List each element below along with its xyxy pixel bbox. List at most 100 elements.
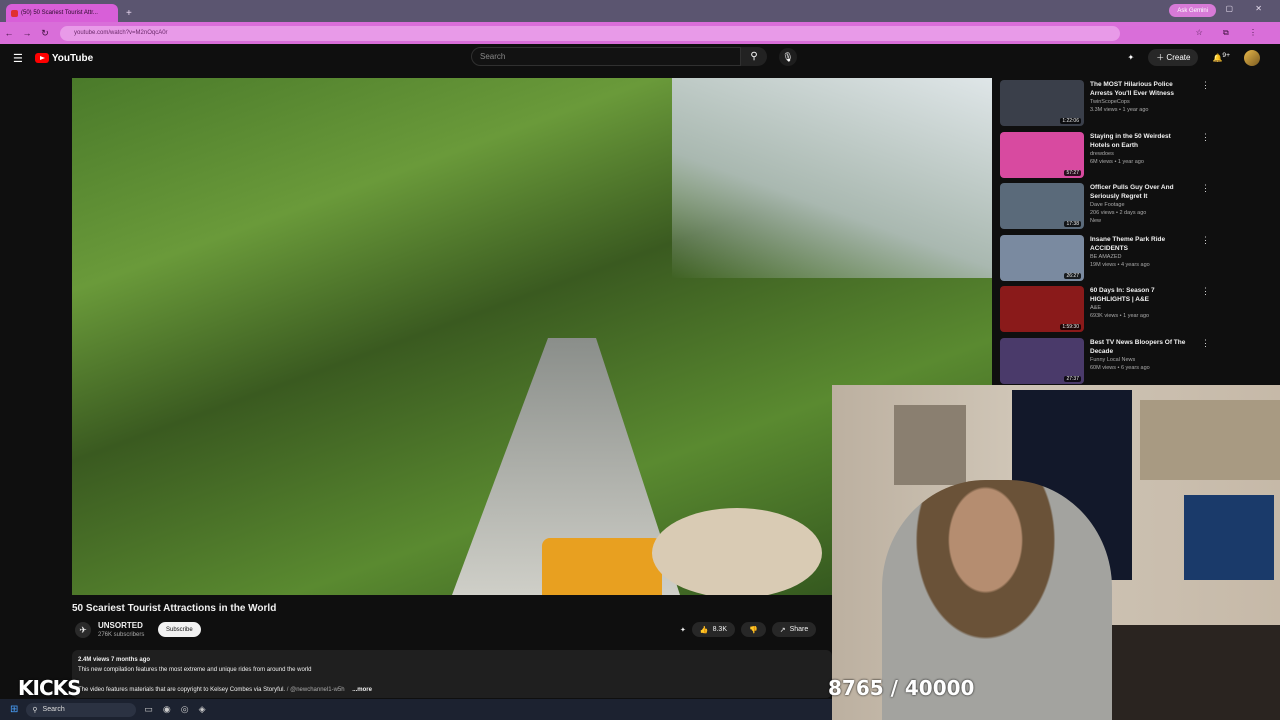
taskbar-search[interactable]: ⚲ Search <box>26 702 137 717</box>
duration-badge: 57:27 <box>1064 169 1081 176</box>
related-video-title[interactable]: 60 Days In: Season 7 HIGHLIGHTS | A&E <box>1090 286 1191 304</box>
video-thumbnail[interactable]: 1:22:06 <box>1000 80 1084 126</box>
header-actions: ✦ ＋ Create 🔔9+ <box>1127 49 1260 66</box>
video-thumbnail[interactable]: 27:37 <box>1000 337 1084 384</box>
related-video-channel[interactable]: Funny Local News <box>1090 356 1191 364</box>
thumbs-down-icon: 👎 <box>749 626 758 634</box>
related-video-title[interactable]: Staying in the 50 Weirdest Hotels on Ear… <box>1090 132 1191 150</box>
reload-icon[interactable]: ↻ <box>36 28 54 39</box>
windows-start-icon[interactable]: ⊞ <box>10 704 18 715</box>
related-video-item[interactable]: 26:27 Insane Theme Park Ride ACCIDENTS BE … <box>1000 234 1210 287</box>
related-video-info: 60 Days In: Season 7 HIGHLIGHTS | A&E A&E… <box>1090 286 1191 338</box>
couch <box>1102 625 1280 720</box>
back-icon[interactable]: ← <box>0 28 18 38</box>
related-video-channel[interactable]: BE AMAZED <box>1090 253 1191 261</box>
tab-title: (50) 50 Scariest Tourist Attr... <box>21 10 98 16</box>
related-video-channel[interactable]: drewdoes <box>1090 150 1191 158</box>
youtube-logo[interactable]: YouTube <box>34 53 93 64</box>
related-video-info: Insane Theme Park Ride ACCIDENTS BE AMAZE… <box>1090 235 1191 287</box>
related-video-item[interactable]: 17:38 Officer Pulls Guy Over And Seriousl… <box>1000 183 1210 235</box>
create-button[interactable]: ＋ Create <box>1148 49 1199 66</box>
related-video-channel[interactable]: TwinScopeCops <box>1090 98 1191 106</box>
extension-icon[interactable]: ✦ <box>1127 53 1134 62</box>
kicks-label: KICKS <box>18 676 82 700</box>
menu-icon[interactable]: ☰ <box>13 52 23 65</box>
create-label: Create <box>1166 53 1191 62</box>
notifications-badge: 9+ <box>1222 52 1230 60</box>
video-thumbnail[interactable]: 1:59:30 <box>1000 286 1084 332</box>
related-video-title[interactable]: Officer Pulls Guy Over And Seriously Reg… <box>1090 183 1191 201</box>
description-line: This new compilation features the most e… <box>78 667 312 673</box>
browser-toolbar-icons[interactable]: ☆ ⧉ ⋮ <box>1196 28 1266 38</box>
os-taskbar: ⊞ ⚲ Search ▭ ◉ ◎ ◈ <box>0 699 832 720</box>
window-controls[interactable]: — ▢ ✕ <box>1195 4 1272 13</box>
description-box[interactable]: 2.4M views 7 months ago This new compila… <box>72 650 832 698</box>
description-meta: 2.4M views 7 months ago <box>78 657 151 663</box>
related-video-title[interactable]: Best TV News Bloopers Of The Decade <box>1090 338 1191 356</box>
wall-poster <box>1140 400 1280 480</box>
address-bar[interactable]: youtube.com/watch?v=M2nOqcA0r <box>60 25 1120 41</box>
address-bar-row: ← → ↻ youtube.com/watch?v=M2nOqcA0r ☆ ⧉ … <box>0 22 1280 44</box>
youtube-play-icon <box>34 53 49 63</box>
discord-icon[interactable]: ◈ <box>199 704 206 715</box>
youtube-header: ☰ YouTube Search ⚲ 🎙 ✦ ＋ Create 🔔9+ <box>0 44 1280 72</box>
duration-badge: 27:37 <box>1064 375 1081 382</box>
related-video-stats: 3.3M views • 1 year ago <box>1090 107 1149 113</box>
chrome-icon[interactable]: ◉ <box>163 704 171 715</box>
taskbar-search-label: Search <box>42 706 65 713</box>
video-frame-rider <box>652 508 822 595</box>
forward-icon[interactable]: → <box>18 28 36 38</box>
related-video-channel[interactable]: A&E <box>1090 304 1191 312</box>
wall-poster <box>894 405 966 485</box>
notifications-icon[interactable]: 🔔9+ <box>1212 52 1230 63</box>
related-video-title[interactable]: The MOST Hilarious Police Arrests You'll… <box>1090 80 1191 98</box>
gem-icon[interactable]: ✦ <box>680 626 686 634</box>
more-options-icon[interactable]: ⋮ <box>1201 80 1210 132</box>
avatar[interactable] <box>1244 49 1260 66</box>
related-video-item[interactable]: 57:27 Staying in the 50 Weirdest Hotels o… <box>1000 131 1210 184</box>
search-icon[interactable]: ⚲ <box>741 47 767 66</box>
more-options-icon[interactable]: ⋮ <box>1201 286 1210 338</box>
video-thumbnail[interactable]: 26:27 <box>1000 234 1084 281</box>
search-icon: ⚲ <box>32 706 38 714</box>
video-thumbnail[interactable]: 57:27 <box>1000 131 1084 178</box>
description-link[interactable]: / @newchannel1-w5h <box>287 687 345 693</box>
file-explorer-icon[interactable]: ▭ <box>144 704 153 715</box>
related-video-item[interactable]: 1:22:06 The MOST Hilarious Police Arrests… <box>1000 80 1210 132</box>
duration-badge: 1:22:06 <box>1060 118 1081 124</box>
video-actions: ✦ 👍 8.3K 👎 ↗ Share <box>680 622 817 637</box>
video-frame-cart <box>542 538 662 595</box>
related-video-item[interactable]: 27:37 Best TV News Bloopers Of The Decade… <box>1000 337 1210 390</box>
related-video-info: Officer Pulls Guy Over And Seriously Reg… <box>1090 183 1191 235</box>
dislike-button[interactable]: 👎 <box>741 622 766 637</box>
microphone-icon[interactable]: 🎙 <box>779 48 797 66</box>
search-input[interactable]: Search <box>471 47 741 66</box>
related-video-channel[interactable]: Dave Footage <box>1090 201 1191 209</box>
more-button[interactable]: ...more <box>352 687 372 693</box>
related-video-item[interactable]: 1:59:30 60 Days In: Season 7 HIGHLIGHTS |… <box>1000 286 1210 338</box>
video-title: 50 Scariest Tourist Attractions in the W… <box>72 603 277 614</box>
related-video-title[interactable]: Insane Theme Park Ride ACCIDENTS <box>1090 235 1191 253</box>
subscriber-count: 276K subscribers <box>98 632 145 638</box>
url-text: youtube.com/watch?v=M2nOqcA0r <box>74 30 168 36</box>
channel-name[interactable]: UNSORTED <box>98 621 143 630</box>
app-icon[interactable]: ◎ <box>181 704 189 715</box>
wall-poster <box>1184 495 1274 580</box>
more-options-icon[interactable]: ⋮ <box>1201 183 1210 235</box>
share-button[interactable]: ↗ Share <box>771 622 817 637</box>
more-options-icon[interactable]: ⋮ <box>1201 235 1210 287</box>
webcam-overlay <box>832 385 1280 720</box>
new-tab-icon[interactable]: + <box>126 8 132 19</box>
related-video-stats: 206 views • 2 days ago <box>1090 210 1147 216</box>
video-thumbnail[interactable]: 17:38 <box>1000 183 1084 229</box>
more-options-icon[interactable]: ⋮ <box>1201 132 1210 184</box>
browser-tab[interactable]: (50) 50 Scariest Tourist Attr... <box>6 4 118 22</box>
like-button[interactable]: 👍 8.3K <box>691 622 735 637</box>
subscribe-button[interactable]: Subscribe <box>158 622 201 637</box>
thumbs-up-icon: 👍 <box>699 626 709 634</box>
channel-avatar[interactable]: ✈ <box>75 622 91 638</box>
related-video-stats: 60M views • 6 years ago <box>1090 364 1150 371</box>
share-label: Share <box>789 626 809 633</box>
related-video-stats: 693K views • 1 year ago <box>1090 313 1150 319</box>
more-options-icon[interactable]: ⋮ <box>1201 338 1210 390</box>
